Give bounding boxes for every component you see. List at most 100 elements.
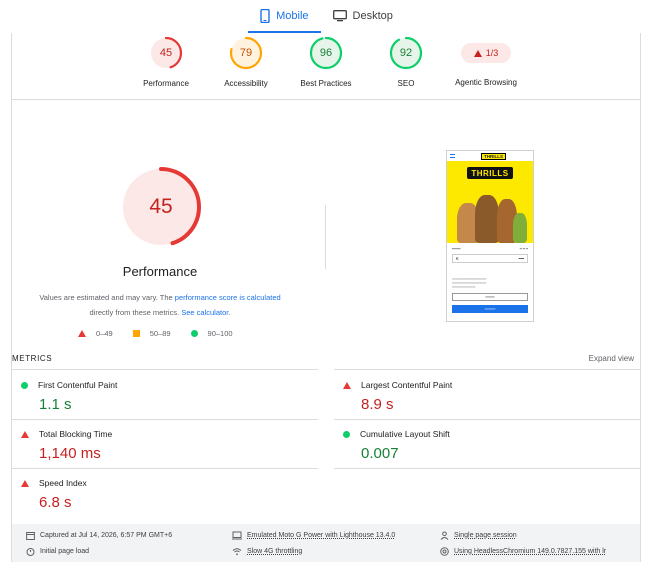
metric-tbt: Total Blocking Time 1,140 ms [12, 429, 302, 462]
legend-average-label: 50–89 [149, 329, 171, 338]
performance-title: Performance [122, 264, 198, 279]
monitor-icon [332, 9, 347, 21]
network-throttling[interactable]: Slow 4G throttling [232, 547, 302, 556]
metric-cls-name: Cumulative Layout Shift [360, 429, 450, 439]
preview-accept-button: ━━━━━━ [452, 305, 528, 313]
metrics-divider [12, 369, 318, 370]
initial-load: Initial page load [26, 547, 89, 556]
tab-mobile-label: Mobile [276, 9, 309, 22]
metrics-divider [12, 468, 318, 469]
network-throttling-text: Slow 4G throttling [247, 548, 303, 555]
preview-line: ━ ━ ━ [519, 247, 528, 251]
browser-version[interactable]: Using HeadlessChromium 149.0.7827.155 wi… [440, 547, 606, 556]
performance-score-link[interactable]: performance score is calculated [175, 293, 281, 302]
metric-si-name: Speed Index [39, 478, 87, 488]
metrics-divider [334, 369, 640, 370]
accessibility-score: 79 [239, 47, 253, 59]
metric-fcp-name: First Contentful Paint [38, 380, 118, 390]
seo-score: 92 [399, 47, 413, 59]
preview-amount-box: € ━━ [452, 254, 528, 263]
character-figure [475, 195, 499, 243]
poor-triangle-icon [21, 430, 29, 438]
metric-cls-value: 0.007 [361, 445, 399, 462]
captured-at: Captured at Jul 14, 2026, 6:57 PM GMT+6 [26, 531, 172, 540]
phone-icon [260, 8, 270, 23]
preview-settings-button: ━━━━━ [452, 293, 528, 301]
tab-desktop-label: Desktop [352, 9, 393, 22]
metric-tbt-value: 1,140 ms [39, 445, 101, 462]
device-tabs: Mobile Desktop [0, 0, 653, 33]
emulated-device-text: Emulated Moto G Power with Lighthouse 13… [247, 532, 396, 539]
summary-agentic-browsing[interactable]: 1/3 Agentic Browsing [446, 36, 526, 87]
timer-icon [26, 548, 35, 556]
browser-version-text: Using HeadlessChromium 149.0.7827.155 wi… [454, 548, 607, 555]
summary-accessibility[interactable]: 79 Accessibility [206, 36, 286, 88]
summary-performance[interactable]: 45 Performance [126, 36, 206, 88]
character-figure [513, 213, 527, 243]
orange-square-icon [132, 330, 140, 337]
preview-amount: € [456, 256, 459, 261]
see-calculator-link[interactable]: See calculator. [181, 308, 230, 317]
seo-label: SEO [397, 79, 415, 88]
page-session[interactable]: Single page session [440, 531, 517, 540]
menu-icon [450, 154, 455, 158]
preview-bonus-card: ━━━━ ━ ━ ━ € ━━ [447, 243, 533, 267]
performance-label: Performance [143, 79, 189, 88]
tab-mobile[interactable]: Mobile [248, 0, 321, 33]
metrics-divider [334, 419, 640, 420]
legend-average: 50–89 [132, 329, 171, 338]
metric-fcp: First Contentful Paint 1.1 s [12, 380, 302, 413]
score-legend: 0–49 50–89 90–100 [78, 329, 233, 338]
vertical-separator [325, 205, 326, 269]
performance-score: 45 [159, 47, 173, 59]
metric-lcp-name: Largest Contentful Paint [361, 380, 453, 390]
preview-line: ━━ [518, 256, 524, 261]
best-practices-score: 96 [319, 47, 333, 59]
good-circle-icon [343, 430, 350, 438]
poor-triangle-icon [21, 479, 29, 487]
accessibility-gauge: 79 [229, 36, 263, 70]
metrics-divider [12, 419, 318, 420]
performance-main-gauge: 45 [120, 166, 202, 248]
page-session-text: Single page session [454, 532, 517, 539]
expand-view-toggle[interactable]: Expand view [589, 354, 634, 363]
seo-gauge: 92 [389, 36, 423, 70]
legend-poor: 0–49 [78, 329, 113, 338]
performance-gauge: 45 [149, 36, 183, 70]
metrics-title: METRICS [12, 354, 53, 363]
emulated-device[interactable]: Emulated Moto G Power with Lighthouse 13… [232, 531, 395, 540]
good-circle-icon [21, 381, 28, 389]
laptop-icon [232, 531, 242, 540]
metrics-divider [334, 468, 640, 469]
note-text-1: Values are estimated and may vary. The [39, 293, 175, 302]
preview-cookie-text: ━━━━━━━━━━━━━━━━━━━ ━━━━━━━━━━━━━━━━━━━ ━━… [452, 277, 487, 289]
poor-triangle-icon [343, 381, 351, 389]
green-circle-icon [190, 330, 198, 337]
preview-logo-small: THRILLS [481, 152, 506, 160]
preview-hero-image: THRILLS [447, 161, 533, 243]
performance-main-score: 45 [149, 195, 173, 218]
person-icon [440, 531, 449, 540]
agentic-label: Agentic Browsing [455, 78, 517, 87]
tab-desktop[interactable]: Desktop [321, 0, 405, 31]
metric-tbt-name: Total Blocking Time [39, 429, 113, 439]
score-summary: 45 Performance 79 Accessibility 96 Best … [126, 36, 526, 94]
preview-logo: THRILLS [467, 167, 513, 179]
note-text-2: directly from these metrics. [89, 308, 182, 317]
summary-seo[interactable]: 92 SEO [366, 36, 446, 88]
legend-good: 90–100 [190, 329, 233, 338]
preview-line: ━━━━ [452, 247, 461, 251]
metric-si: Speed Index 6.8 s [12, 478, 302, 511]
wifi-icon [232, 548, 242, 556]
metric-si-value: 6.8 s [39, 494, 72, 511]
legend-poor-label: 0–49 [96, 329, 113, 338]
best-practices-gauge: 96 [309, 36, 343, 70]
final-screenshot[interactable]: THRILLS THRILLS ━━━━ ━ ━ ━ € ━━ ━━━━━━━━━━… [446, 150, 534, 322]
agentic-badge: 1/3 [461, 43, 511, 63]
legend-good-label: 90–100 [207, 329, 233, 338]
calendar-icon [26, 532, 35, 540]
metric-lcp: Largest Contentful Paint 8.9 s [334, 380, 624, 413]
warning-triangle-icon [473, 49, 482, 57]
summary-best-practices[interactable]: 96 Best Practices [286, 36, 366, 88]
metric-cls: Cumulative Layout Shift 0.007 [334, 429, 624, 462]
